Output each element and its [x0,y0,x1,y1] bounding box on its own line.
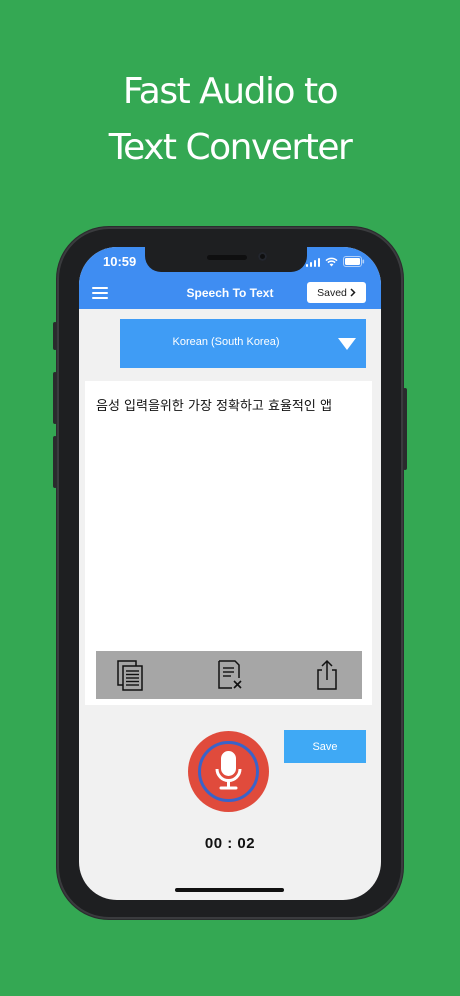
home-indicator[interactable] [175,888,284,892]
transcript-card[interactable]: 음성 입력을위한 가장 정확하고 효율적인 앱 [85,381,372,705]
phone-screen: 10:59 Speech To Text Saved Korean (South… [79,247,381,900]
transcript-toolbar [96,651,362,699]
microphone-icon [215,751,242,790]
status-time: 10:59 [103,254,137,269]
speaker-grille [207,255,247,260]
record-microphone-button[interactable] [188,731,269,812]
chevron-right-icon [350,288,356,297]
promo-headline-line1: Fast Audio to [122,71,339,112]
copy-icon[interactable] [113,658,147,692]
saved-button[interactable]: Saved [307,282,366,303]
notch [145,247,307,272]
language-selected-label: Korean (South Korea) [172,336,280,348]
front-camera [258,252,267,261]
saved-button-label: Saved [317,286,347,299]
save-button[interactable]: Save [284,730,366,763]
status-bar: 10:59 [79,247,381,279]
recording-timer: 00 : 02 [204,835,256,852]
language-dropdown[interactable]: Korean (South Korea) [120,319,366,368]
transcript-text[interactable]: 음성 입력을위한 가장 정확하고 효율적인 앱 [96,395,332,414]
share-icon[interactable] [310,658,344,692]
phone-power-button [403,388,407,470]
battery-icon [343,256,365,267]
signal-icon [305,257,320,267]
dropdown-caret-icon [338,338,356,350]
promo-headline-line2: Text Converter [108,127,353,168]
wifi-icon [325,257,338,266]
system-icons [305,256,366,267]
clear-text-icon[interactable] [212,658,246,692]
app-bar: Speech To Text Saved [79,279,381,309]
